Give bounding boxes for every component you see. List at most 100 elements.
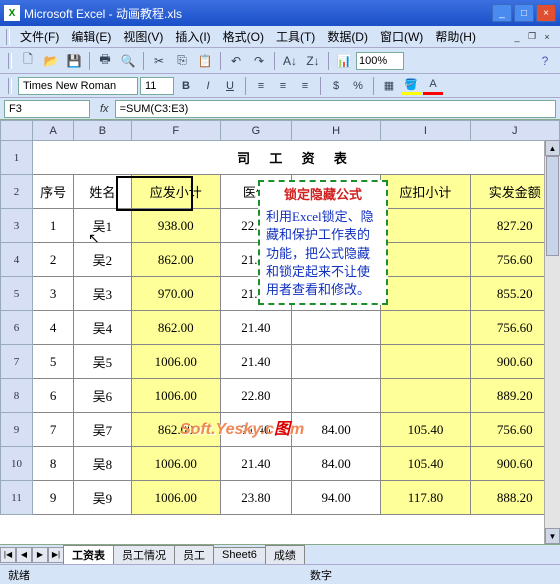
row-header[interactable]: 4 (1, 243, 33, 277)
cell[interactable]: 1006.00 (131, 481, 220, 515)
col-header[interactable]: G (220, 121, 291, 141)
fx-icon[interactable]: fx (100, 103, 109, 115)
fill-color-icon[interactable]: 🪣 (401, 77, 421, 95)
row-header[interactable]: 7 (1, 345, 33, 379)
row-header[interactable]: 5 (1, 277, 33, 311)
cell[interactable]: 23.80 (220, 481, 291, 515)
row-header[interactable]: 8 (1, 379, 33, 413)
header-cell[interactable]: 姓名 (74, 175, 131, 209)
cell[interactable]: 938.00 (131, 209, 220, 243)
select-all-corner[interactable] (1, 121, 33, 141)
cell[interactable]: 吴1 (74, 209, 131, 243)
cell[interactable]: 吴2 (74, 243, 131, 277)
col-header[interactable]: J (470, 121, 559, 141)
doc-close-button[interactable]: × (540, 30, 554, 44)
sheet-tab[interactable]: 工资表 (63, 545, 114, 564)
tab-first-icon[interactable]: |◀ (0, 547, 16, 563)
header-cell[interactable]: 序号 (33, 175, 74, 209)
underline-icon[interactable]: U (220, 77, 240, 95)
minimize-button[interactable]: _ (492, 4, 512, 22)
cell[interactable]: 吴9 (74, 481, 131, 515)
cell[interactable]: 2 (33, 243, 74, 277)
cell[interactable]: 吴3 (74, 277, 131, 311)
chart-icon[interactable]: 📊 (333, 50, 355, 72)
menu-window[interactable]: 窗口(W) (374, 26, 429, 47)
cell[interactable]: 1006.00 (131, 447, 220, 481)
row-header[interactable]: 9 (1, 413, 33, 447)
cell[interactable]: 1006.00 (131, 379, 220, 413)
sheet-tab[interactable]: 员工情况 (113, 545, 175, 564)
doc-minimize-button[interactable]: _ (510, 30, 524, 44)
cell[interactable]: 84.00 (291, 447, 380, 481)
menu-view[interactable]: 视图(V) (117, 26, 169, 47)
menu-insert[interactable]: 插入(I) (169, 26, 216, 47)
name-box[interactable]: F3 (4, 100, 90, 118)
cell[interactable] (381, 311, 470, 345)
maximize-button[interactable]: □ (514, 4, 534, 22)
align-right-icon[interactable]: ≡ (295, 77, 315, 95)
paste-icon[interactable]: 📋 (194, 50, 216, 72)
menu-file[interactable]: 文件(F) (14, 26, 65, 47)
cell[interactable] (381, 243, 470, 277)
cell[interactable]: 8 (33, 447, 74, 481)
cell[interactable]: 9 (33, 481, 74, 515)
cell[interactable]: 1 (33, 209, 74, 243)
sort-asc-icon[interactable]: A↓ (279, 50, 301, 72)
sheet-tab[interactable]: 成绩 (265, 545, 305, 564)
currency-icon[interactable]: $ (326, 77, 346, 95)
cell[interactable]: 84.00 (291, 413, 380, 447)
font-name-combo[interactable]: Times New Roman (18, 77, 138, 95)
cell[interactable]: 862.00 (131, 311, 220, 345)
cell[interactable] (291, 311, 380, 345)
cell[interactable]: 862.00 (131, 243, 220, 277)
row-header[interactable]: 11 (1, 481, 33, 515)
scroll-thumb[interactable] (546, 156, 559, 256)
cell[interactable]: 21.40 (220, 413, 291, 447)
menu-format[interactable]: 格式(O) (217, 26, 270, 47)
cell[interactable]: 105.40 (381, 447, 470, 481)
copy-icon[interactable]: ⎘ (171, 50, 193, 72)
cell[interactable]: 21.40 (220, 311, 291, 345)
menu-data[interactable]: 数据(D) (321, 26, 374, 47)
col-header[interactable]: H (291, 121, 380, 141)
cell[interactable]: 1006.00 (131, 345, 220, 379)
align-left-icon[interactable]: ≡ (251, 77, 271, 95)
col-header[interactable]: B (74, 121, 131, 141)
font-size-combo[interactable]: 11 (140, 77, 174, 95)
save-icon[interactable]: 💾 (63, 50, 85, 72)
open-icon[interactable]: 📂 (40, 50, 62, 72)
cell[interactable] (381, 277, 470, 311)
sort-desc-icon[interactable]: Z↓ (302, 50, 324, 72)
cell[interactable]: 117.80 (381, 481, 470, 515)
cell[interactable]: 6 (33, 379, 74, 413)
zoom-combo[interactable]: 100% (356, 52, 404, 70)
row-header[interactable]: 10 (1, 447, 33, 481)
cell[interactable] (381, 345, 470, 379)
row-header[interactable]: 6 (1, 311, 33, 345)
tab-prev-icon[interactable]: ◀ (16, 547, 32, 563)
cell[interactable]: 21.40 (220, 345, 291, 379)
print-icon[interactable]: 🖶 (94, 50, 116, 72)
cell[interactable]: 吴5 (74, 345, 131, 379)
scroll-down-icon[interactable]: ▼ (545, 528, 560, 544)
percent-icon[interactable]: % (348, 77, 368, 95)
align-center-icon[interactable]: ≡ (273, 77, 293, 95)
menu-tools[interactable]: 工具(T) (270, 26, 321, 47)
cell[interactable]: 吴4 (74, 311, 131, 345)
scroll-up-icon[interactable]: ▲ (545, 140, 560, 156)
cell[interactable]: 4 (33, 311, 74, 345)
new-icon[interactable]: 🗋 (17, 50, 39, 72)
tab-last-icon[interactable]: ▶| (48, 547, 64, 563)
menu-help[interactable]: 帮助(H) (429, 26, 482, 47)
doc-restore-button[interactable]: ❐ (525, 30, 539, 44)
cell[interactable]: 105.40 (381, 413, 470, 447)
cell[interactable]: 吴8 (74, 447, 131, 481)
cell[interactable]: 7 (33, 413, 74, 447)
bold-icon[interactable]: B (176, 77, 196, 95)
col-header[interactable]: I (381, 121, 470, 141)
col-header[interactable]: A (33, 121, 74, 141)
sheet-tab[interactable]: 员工 (174, 545, 214, 564)
cell[interactable] (381, 209, 470, 243)
sheet-tab[interactable]: Sheet6 (213, 547, 266, 562)
cell[interactable]: 吴6 (74, 379, 131, 413)
